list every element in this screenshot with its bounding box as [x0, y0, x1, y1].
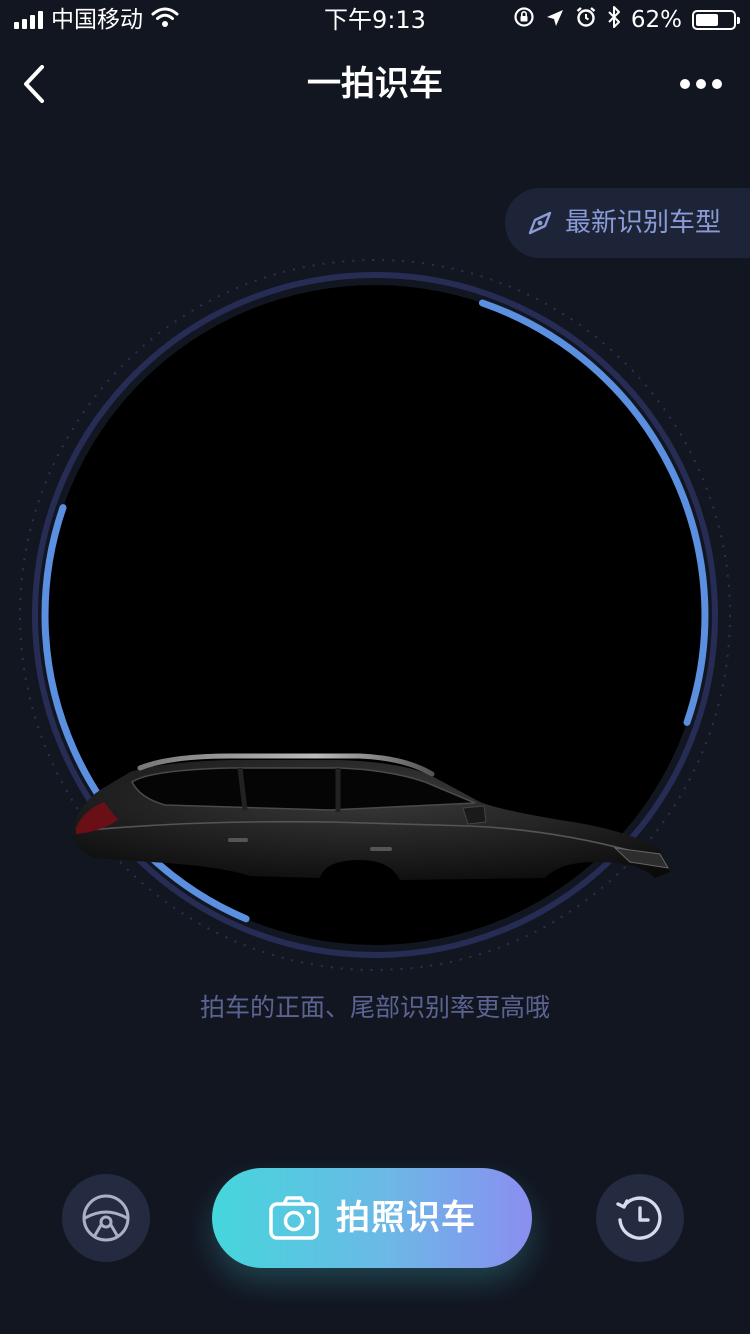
- alarm-icon: [575, 6, 597, 34]
- camera-icon: [269, 1196, 319, 1240]
- orientation-lock-icon: [513, 6, 535, 34]
- more-dots-icon: [680, 79, 690, 89]
- take-photo-label: 拍照识车: [336, 1198, 476, 1238]
- page-title: 一拍识车: [307, 64, 443, 104]
- compass-icon: [528, 211, 552, 235]
- bluetooth-icon: [607, 5, 621, 35]
- history-clock-icon: [616, 1196, 662, 1240]
- more-button[interactable]: [676, 68, 726, 100]
- steering-wheel-button[interactable]: [62, 1174, 150, 1262]
- status-bar: 中国移动 下午9:13 62%: [0, 0, 750, 40]
- latest-models-label: 最新识别车型: [565, 208, 722, 238]
- nav-bar: 一拍识车: [0, 40, 750, 128]
- camera-viewfinder: [0, 250, 750, 990]
- camera-hint: 拍车的正面、尾部识别率更高哦: [199, 993, 550, 1022]
- viewfinder-graphic: [19, 259, 731, 971]
- status-right: 62%: [513, 5, 740, 35]
- take-photo-button[interactable]: 拍照识车: [212, 1168, 532, 1268]
- battery-level: [696, 14, 718, 26]
- steering-wheel-icon: [82, 1194, 130, 1242]
- latest-models-button[interactable]: 最新识别车型: [505, 188, 750, 258]
- car-recognition-screen: 中国移动 下午9:13 62% 一拍识车 最新识别车型 拍车的正面、尾部识别率更…: [0, 0, 750, 1334]
- battery-icon: [692, 10, 740, 30]
- location-icon: [545, 6, 565, 34]
- history-button[interactable]: [596, 1174, 684, 1262]
- battery-percent: 62%: [630, 7, 682, 33]
